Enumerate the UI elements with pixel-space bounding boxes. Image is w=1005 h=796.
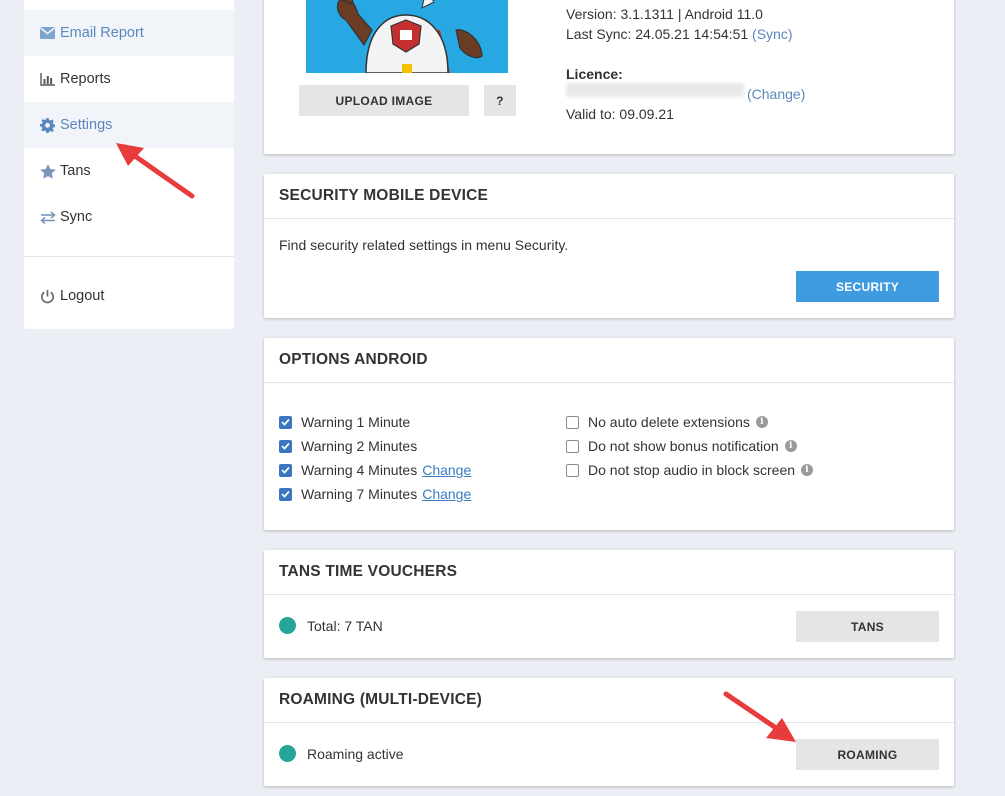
checkbox-unchecked[interactable]	[566, 463, 579, 477]
logout-button[interactable]: Logout	[24, 273, 234, 319]
option-label: Do not show bonus notification	[588, 438, 779, 454]
status-dot-icon	[279, 617, 296, 634]
device-card: UPLOAD IMAGE ? Version: 3.1.1311 | Andro…	[264, 0, 954, 154]
option-warning-7-minutes: Warning 7 Minutes Change	[279, 485, 471, 503]
change-link[interactable]: Change	[422, 486, 471, 502]
option-warning-4-minutes: Warning 4 Minutes Change	[279, 461, 471, 479]
tans-button[interactable]: TANS	[796, 611, 939, 642]
sidebar-item-reports[interactable]: Reports	[24, 56, 234, 102]
device-avatar	[306, 0, 508, 73]
last-sync-line: Last Sync: 24.05.21 14:54:51 (Sync)	[566, 26, 792, 42]
info-icon[interactable]: i	[755, 416, 768, 428]
star-icon	[39, 163, 56, 179]
checkbox-checked[interactable]	[279, 415, 292, 429]
change-link[interactable]: Change	[422, 462, 471, 478]
envelope-icon	[39, 25, 56, 41]
roaming-button[interactable]: ROAMING	[796, 739, 939, 770]
version-text: Version: 3.1.1311 | Android 11.0	[566, 6, 763, 22]
roaming-card: ROAMING (MULTI-DEVICE) Roaming active RO…	[264, 678, 954, 786]
tans-status: Total: 7 TAN	[279, 617, 383, 634]
option-label: Warning 1 Minute	[301, 414, 411, 430]
checkbox-unchecked[interactable]	[566, 415, 579, 429]
option-label: Do not stop audio in block screen	[588, 462, 796, 478]
option-label: Warning 2 Minutes	[301, 438, 418, 454]
sidebar-divider	[24, 256, 234, 257]
security-description: Find security related settings in menu S…	[279, 237, 569, 253]
security-button[interactable]: SECURITY	[796, 271, 939, 302]
help-button[interactable]: ?	[484, 85, 516, 116]
options-android-card: OPTIONS ANDROID Warning 1 Minute Warning…	[264, 338, 954, 530]
licence-key-blurred	[566, 83, 744, 97]
sidebar-item-email-report[interactable]: Email Report	[24, 10, 234, 56]
info-icon[interactable]: i	[784, 440, 797, 452]
gear-icon	[39, 117, 56, 133]
option-label: Warning 4 Minutes	[301, 462, 418, 478]
change-licence-link[interactable]: (Change)	[747, 86, 805, 102]
valid-to-text: Valid to: 09.09.21	[566, 106, 674, 122]
last-sync-text: Last Sync: 24.05.21 14:54:51	[566, 26, 749, 42]
security-card: SECURITY MOBILE DEVICE Find security rel…	[264, 174, 954, 318]
option-no-auto-delete: No auto delete extensions i	[566, 413, 768, 431]
roaming-status-text: Roaming active	[307, 745, 404, 762]
sidebar-item-label: Sync	[60, 209, 93, 225]
power-icon	[39, 288, 56, 304]
sidebar-item-label: Email Report	[60, 25, 144, 41]
sidebar-item-label: Settings	[60, 117, 113, 133]
option-label: No auto delete extensions	[588, 414, 750, 430]
tans-card: TANS TIME VOUCHERS Total: 7 TAN TANS	[264, 550, 954, 658]
option-no-stop-audio: Do not stop audio in block screen i	[566, 461, 814, 479]
security-card-title: SECURITY MOBILE DEVICE	[264, 174, 954, 219]
upload-image-button[interactable]: UPLOAD IMAGE	[299, 85, 469, 116]
info-icon[interactable]: i	[801, 464, 814, 476]
checkbox-checked[interactable]	[279, 487, 292, 501]
superhero-avatar-image	[306, 0, 508, 73]
status-dot-icon	[279, 745, 296, 762]
annotation-arrow-roaming	[723, 691, 796, 742]
annotation-arrow-settings	[116, 143, 195, 199]
option-warning-2-minutes: Warning 2 Minutes	[279, 437, 417, 455]
option-label: Warning 7 Minutes	[301, 486, 418, 502]
sync-link[interactable]: (Sync)	[752, 26, 792, 42]
tans-card-title: TANS TIME VOUCHERS	[264, 550, 954, 595]
tans-total-text: Total: 7 TAN	[307, 617, 383, 634]
licence-label: Licence:	[566, 66, 623, 82]
sync-arrows-icon	[39, 209, 56, 225]
option-warning-1-minute: Warning 1 Minute	[279, 413, 410, 431]
logout-label: Logout	[60, 288, 105, 304]
checkbox-unchecked[interactable]	[566, 439, 579, 453]
sidebar-item-label: Tans	[60, 163, 91, 179]
bar-chart-icon	[39, 71, 56, 87]
checkbox-checked[interactable]	[279, 439, 292, 453]
roaming-card-title: ROAMING (MULTI-DEVICE)	[264, 678, 954, 723]
option-no-bonus-notification: Do not show bonus notification i	[566, 437, 797, 455]
roaming-status: Roaming active	[279, 745, 404, 762]
sidebar-item-label: Reports	[60, 71, 111, 87]
checkbox-checked[interactable]	[279, 463, 292, 477]
options-card-title: OPTIONS ANDROID	[264, 338, 954, 383]
